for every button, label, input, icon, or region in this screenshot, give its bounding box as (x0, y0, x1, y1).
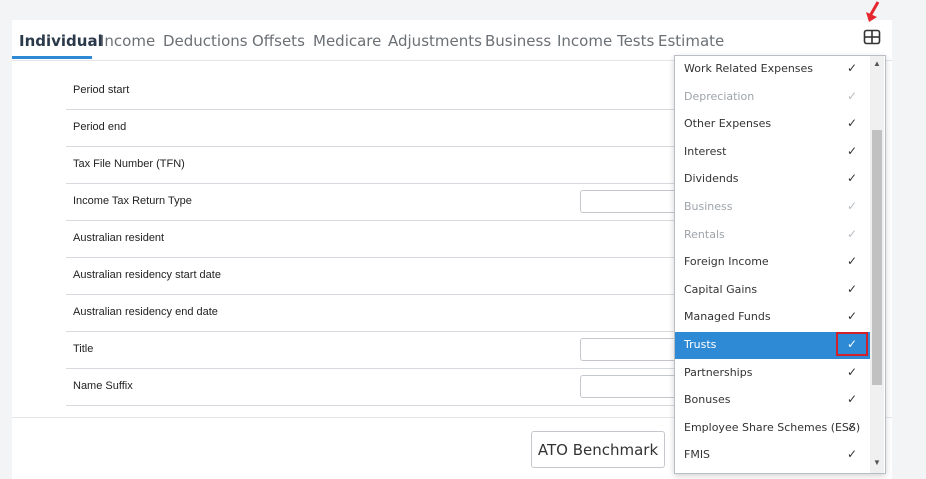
highlight-box (836, 332, 868, 356)
dropdown-item-label: Dividends (684, 172, 739, 186)
dropdown-item: Depreciation ✓ (675, 84, 870, 111)
resident-label: Australian resident (73, 232, 165, 244)
tab-adjustments[interactable]: Adjustments (388, 32, 482, 50)
grid-icon[interactable] (862, 27, 882, 47)
tab-individual[interactable]: Individual (19, 32, 103, 50)
tab-offsets[interactable]: Offsets (252, 32, 305, 50)
tab-business[interactable]: Business (485, 32, 551, 50)
dropdown-item[interactable]: Work Related Expenses ✓ (675, 56, 870, 83)
arrow-icon (866, 1, 880, 22)
form-row-resident: Australian resident (66, 220, 686, 258)
tab-deductions[interactable]: Deductions (163, 32, 248, 50)
dropdown-item-label: Other Expenses (684, 117, 772, 131)
dropdown-item[interactable]: Bonuses ✓ (675, 387, 870, 414)
form-row-name-suffix: Name Suffix (66, 368, 686, 406)
dropdown-item[interactable]: Capital Gains ✓ (675, 277, 870, 304)
period-end-label: Period end (73, 121, 127, 133)
form-row-period-end: Period end (66, 109, 686, 147)
dropdown-item-label: Business (684, 200, 733, 213)
check-icon: ✓ (847, 254, 858, 269)
form-row-tfn: Tax File Number (TFN) (66, 146, 686, 184)
dropdown-item-label: Bonuses (684, 393, 731, 407)
tab-medicare[interactable]: Medicare (313, 32, 381, 50)
tab-income[interactable]: Income (100, 32, 155, 50)
check-icon: ✓ (847, 88, 858, 103)
check-icon: ✓ (847, 364, 858, 379)
return-type-select[interactable] (580, 190, 686, 213)
dropdown-item[interactable]: Other Expenses ✓ (675, 111, 870, 138)
check-icon: ✓ (847, 199, 858, 213)
scroll-up-icon[interactable]: ▲ (873, 59, 881, 68)
check-icon: ✓ (847, 143, 858, 158)
dropdown-item[interactable]: Employee Share Schemes (ESS) ✓ (675, 415, 870, 442)
dropdown-item-label: Depreciation (684, 89, 755, 103)
dropdown-item-label: Employee Share Schemes (ESS) (684, 420, 861, 434)
ato-benchmark-button[interactable]: ATO Benchmark (531, 431, 665, 468)
period-start-label: Period start (73, 84, 130, 96)
dropdown-scrollbar[interactable]: ▲ ▼ (870, 56, 884, 473)
residency-start-label: Australian residency start date (73, 269, 221, 281)
check-icon: ✓ (847, 171, 858, 186)
dropdown-item-label: Rentals (684, 227, 725, 241)
check-icon: ✓ (847, 419, 858, 434)
name-suffix-label: Name Suffix (73, 380, 133, 392)
title-input[interactable] (580, 338, 686, 361)
form-row-period-start: Period start (66, 72, 686, 110)
check-icon: ✓ (847, 226, 858, 241)
dropdown-item[interactable]: Interest ✓ (675, 139, 870, 166)
check-icon: ✓ (847, 281, 858, 296)
form-row-residency-start: Australian residency start date (66, 257, 686, 295)
dropdown-item[interactable]: Managed Funds ✓ (675, 304, 870, 331)
tfn-label: Tax File Number (TFN) (73, 158, 185, 170)
check-icon: ✓ (847, 392, 858, 407)
form-row-title: Title (66, 331, 686, 369)
name-suffix-input[interactable] (580, 375, 686, 398)
residency-end-label: Australian residency end date (73, 306, 218, 318)
column-chooser-dropdown: Work Related Expenses ✓ Depreciation ✓ O… (674, 55, 886, 474)
dropdown-item-label: Foreign Income (684, 255, 769, 269)
scroll-down-icon[interactable]: ▼ (873, 458, 881, 467)
check-icon: ✓ (847, 447, 858, 462)
dropdown-item-label: Managed Funds (684, 310, 771, 324)
dropdown-item-selected[interactable]: Trusts ✓ (675, 332, 870, 359)
check-icon: ✓ (847, 116, 858, 131)
dropdown-item[interactable]: FMIS ✓ (675, 442, 870, 469)
tab-income-tests[interactable]: Income Tests (557, 32, 654, 50)
form-row-return-type: Income Tax Return Type (66, 183, 686, 221)
dropdown-item: Business ✓ (675, 194, 870, 221)
dropdown-item-label: Capital Gains (684, 282, 758, 296)
active-tab-indicator (12, 56, 92, 59)
tab-estimate[interactable]: Estimate (658, 32, 724, 50)
dropdown-item-label: Partnerships (684, 365, 753, 379)
scrollbar-thumb[interactable] (872, 130, 882, 385)
dropdown-item[interactable]: Dividends ✓ (675, 166, 870, 193)
check-icon: ✓ (847, 61, 858, 75)
dropdown-item-label: FMIS (684, 448, 711, 462)
form-row-residency-end: Australian residency end date (66, 294, 686, 332)
dropdown-item: Rentals ✓ (675, 222, 870, 249)
dropdown-item-label: Interest (684, 144, 727, 158)
dropdown-item[interactable]: Partnerships ✓ (675, 360, 870, 387)
dropdown-item[interactable]: Foreign Income ✓ (675, 249, 870, 276)
dropdown-item-label: Work Related Expenses (684, 62, 814, 75)
check-icon: ✓ (847, 309, 858, 324)
dropdown-item-label: Trusts (684, 338, 717, 351)
return-type-label: Income Tax Return Type (73, 195, 192, 207)
title-label: Title (73, 343, 94, 355)
